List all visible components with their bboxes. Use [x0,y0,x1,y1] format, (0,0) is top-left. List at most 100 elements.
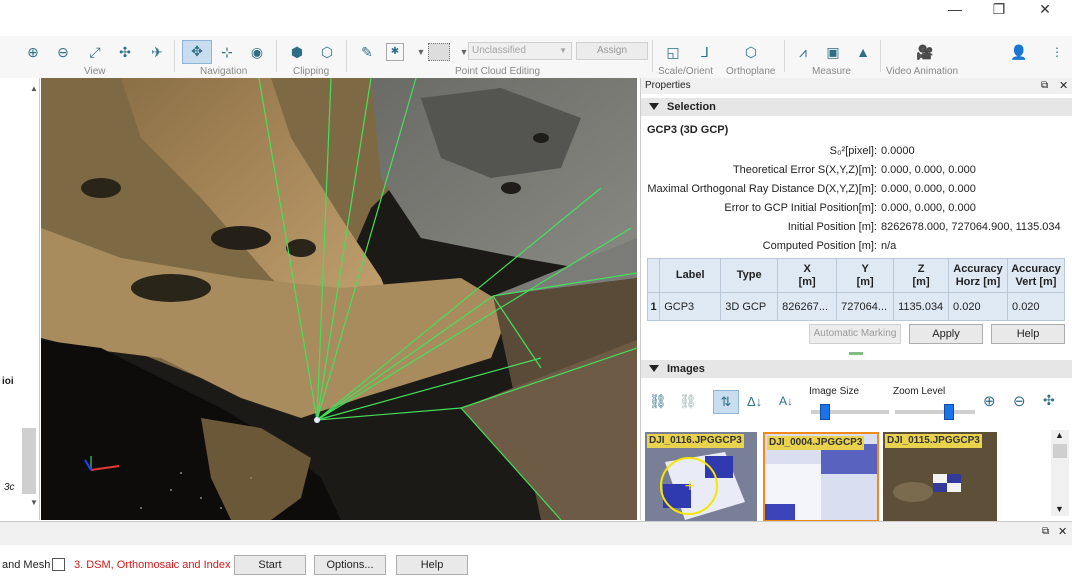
gcp-table[interactable]: Label Type X [m] Y [m] Z [m] Accuracy Ho… [646,258,1065,321]
col-header-accuracy-vert[interactable]: Accuracy Vert [m] [1007,258,1065,293]
images-header[interactable]: Images [641,360,1072,378]
options-button[interactable]: Options... [314,555,386,575]
selection-rect-icon[interactable] [428,43,450,61]
orthoplane-icon[interactable]: ⬡ [740,42,762,62]
scrollbar-thumb[interactable] [22,428,36,494]
measure-volume-icon[interactable]: ▲ [852,42,874,62]
cell-z[interactable]: 1135.034 [893,292,950,321]
point-cloud-render[interactable] [41,78,637,520]
col-header-accuracy-horz[interactable]: Accuracy Horz [m] [948,258,1009,293]
unlink-icon[interactable]: ⛓ [679,394,697,410]
toolbar-separator [174,40,175,72]
cell-x[interactable]: 826267... [777,292,838,321]
step2-label: and Mesh [2,559,51,571]
property-value: 0.000, 0.000, 0.000 [881,164,976,176]
property-row: Error to GCP Initial Position[m]: 0.000, … [641,199,1072,217]
image-size-slider[interactable] [811,404,889,420]
images-scrollbar[interactable]: ▲ ▼ [1051,430,1069,516]
property-key: S₀²[pixel]: [829,145,877,157]
zoom-level-slider-thumb[interactable] [944,404,954,420]
apply-button[interactable]: Apply [909,324,983,344]
zoom-in-icon[interactable]: ⊕ [983,392,996,410]
link-icon[interactable]: ⛓ [649,394,667,410]
left-strip-text: 3c [4,482,15,493]
step3-label: 3. DSM, Orthomosaic and Index [74,559,231,571]
zoom-out-icon[interactable]: ⊖ [52,42,74,62]
classification-select[interactable]: Unclassified ▼ [468,42,572,60]
measure-polyline-icon[interactable]: ⩘ [792,42,814,62]
video-camera-icon[interactable]: 🎥 [912,42,938,62]
zoom-out-icon[interactable]: ⊖ [1013,392,1026,410]
3d-view[interactable] [41,78,637,520]
col-header-label[interactable]: Label [659,258,722,293]
classification-value: Unclassified [472,45,526,56]
measure-area-icon[interactable]: ▣ [822,42,844,62]
step3-checkbox[interactable] [52,558,65,571]
cell-label[interactable]: GCP3 [659,292,722,321]
minimize-button[interactable]: — [940,2,970,16]
start-button[interactable]: Start [234,555,306,575]
close-panel-icon[interactable]: ✕ [1058,525,1067,538]
float-panel-icon[interactable]: ⧉ [1042,526,1049,537]
table-row[interactable]: 1 GCP3 3D GCP 826267... 727064... 1135.0… [646,292,1065,321]
tile-image-name: DJI_0116.JPG [649,435,715,446]
property-key: Maximal Orthogonal Ray Distance D(X,Y,Z)… [647,183,877,195]
table-header-row: Label Type X [m] Y [m] Z [m] Accuracy Ho… [646,258,1065,293]
assign-button[interactable]: Assign [576,42,648,60]
clip-box-icon[interactable]: ⬢ [286,42,308,62]
fit-view-icon[interactable]: ✣ [114,42,136,62]
splitter-handle[interactable] [849,352,863,355]
airplane-icon[interactable]: ✈ [146,42,168,62]
eye-icon[interactable]: ◉ [246,42,268,62]
scroll-up-icon[interactable]: ▲ [30,84,38,93]
sort-icon[interactable]: ⇅ [713,390,739,414]
help-button[interactable]: Help [396,555,468,575]
scroll-down-icon[interactable]: ▼ [1055,504,1064,514]
orient-axes-icon[interactable]: ⅃ [694,42,716,62]
automatic-marking-button[interactable]: Automatic Marking [809,324,901,344]
zoom-in-icon[interactable]: ⊕ [22,42,44,62]
cell-y[interactable]: 727064... [836,292,895,321]
orbit-icon[interactable]: ⊹ [216,42,238,62]
toolbar-separator [784,40,785,72]
close-button[interactable]: ✕ [1030,2,1060,16]
toolbar-separator [880,40,881,72]
sort-error-icon[interactable]: Δ↓ [747,394,762,409]
col-header-x[interactable]: X [m] [777,258,838,293]
cell-accuracy-vert[interactable]: 0.020 [1007,292,1065,321]
image-size-slider-thumb[interactable] [819,404,830,420]
cell-type[interactable]: 3D GCP [720,292,779,321]
navigate-icon[interactable]: ✥ [182,40,212,64]
col-header-z[interactable]: Z [m] [893,258,950,293]
images-header-label: Images [667,363,705,375]
cell-accuracy-horz[interactable]: 0.020 [948,292,1009,321]
sort-alpha-icon[interactable]: A↓ [779,394,793,408]
tile-gcp-name: GCP3 [952,435,980,446]
close-panel-icon[interactable]: ✕ [1059,79,1068,92]
float-panel-icon[interactable]: ⧉ [1041,80,1048,91]
clip-box-edit-icon[interactable]: ⬡ [316,42,338,62]
property-row: Computed Position [m]: n/a [641,237,1072,255]
image-tile-selected[interactable]: DJI_0004.JPGGCP3 [763,432,879,522]
scroll-up-icon[interactable]: ▲ [1055,430,1064,440]
scroll-down-icon[interactable]: ▼ [30,498,38,507]
pencil-icon[interactable]: ✎ [356,42,378,62]
user-account-icon[interactable]: 👤 [1008,42,1030,62]
scrollbar-thumb[interactable] [1053,444,1067,458]
scale-icon[interactable]: ◱ [662,42,684,62]
col-header-y[interactable]: Y [m] [836,258,895,293]
image-tile[interactable]: DJI_0115.JPGGCP3 [883,432,997,522]
select-points-icon[interactable]: ✱ [386,43,404,61]
image-tile[interactable]: + DJI_0116.JPGGCP3 [645,432,757,522]
more-options-icon[interactable]: ⋮ [1046,42,1068,62]
col-header-type[interactable]: Type [720,258,779,293]
maximize-button[interactable]: ❐ [984,2,1014,16]
collapse-triangle-icon [649,365,659,372]
zoom-extents-icon[interactable]: ⤢ [84,42,106,62]
help-button[interactable]: Help [991,324,1065,344]
selection-header[interactable]: Selection [641,98,1072,116]
fit-images-icon[interactable]: ✣ [1043,392,1055,409]
toolbar-separator [346,40,347,72]
zoom-level-slider[interactable] [895,404,975,420]
property-key: Error to GCP Initial Position[m]: [724,202,877,214]
